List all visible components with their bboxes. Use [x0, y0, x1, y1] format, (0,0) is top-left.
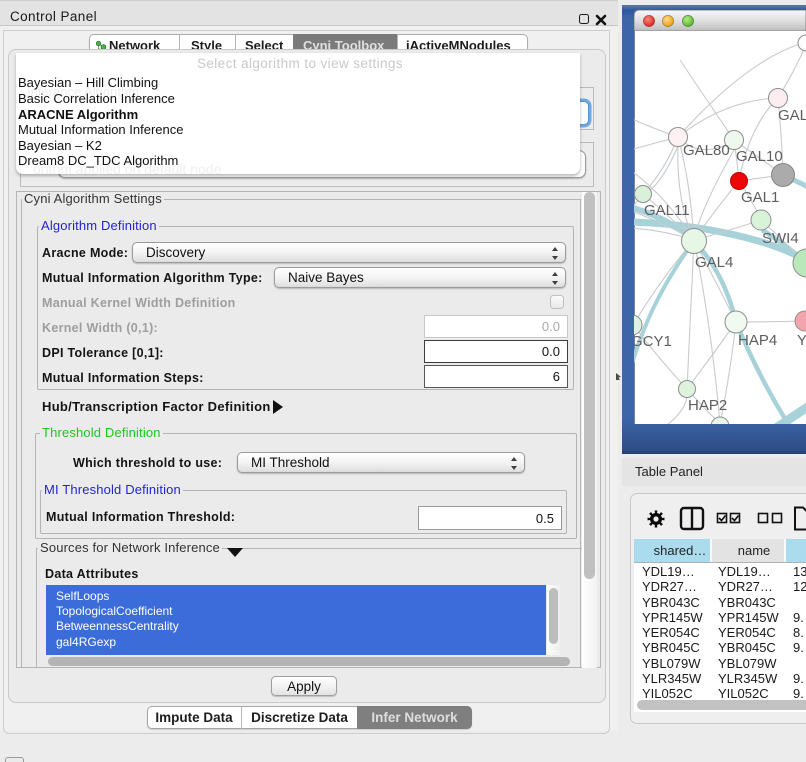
svg-text:GAL10: GAL10 — [736, 148, 783, 165]
svg-text:GAL11: GAL11 — [644, 202, 690, 219]
svg-text:GCY1: GCY1 — [634, 333, 672, 350]
svg-text:Y: Y — [797, 332, 806, 349]
svg-text:HAP4: HAP4 — [738, 332, 777, 349]
svg-text:GAL1: GAL1 — [741, 189, 779, 206]
svg-text:GAL4: GAL4 — [695, 254, 733, 271]
svg-text:SWI4: SWI4 — [762, 230, 799, 247]
svg-text:GAL: GAL — [778, 107, 806, 124]
svg-text:HAP2: HAP2 — [688, 397, 727, 414]
svg-text:GAL80: GAL80 — [683, 142, 730, 159]
